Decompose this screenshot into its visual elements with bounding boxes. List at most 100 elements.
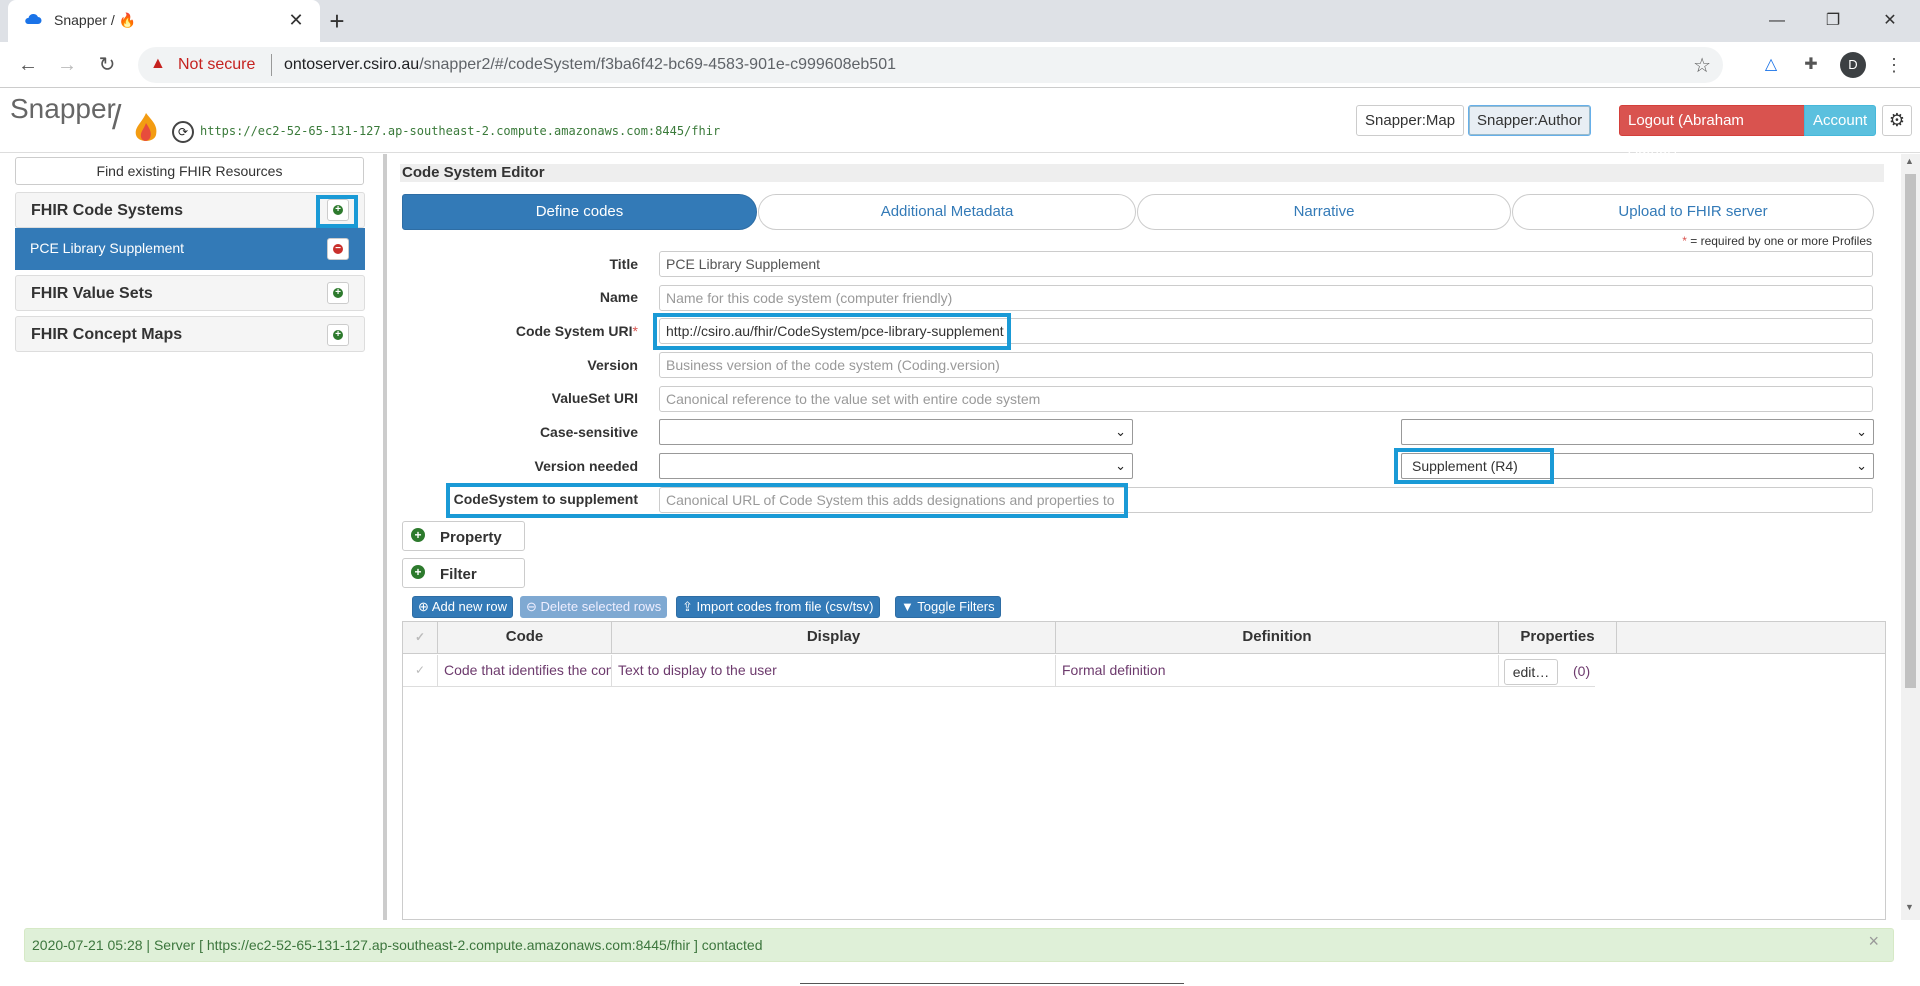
toggle-filters-button[interactable]: ▼ Toggle Filters [895,596,1001,618]
scroll-up-icon[interactable]: ▲ [1905,156,1914,166]
find-resources-button[interactable]: Find existing FHIR Resources [15,157,364,185]
highlight-box [1394,448,1554,484]
tab-upload-fhir-server[interactable]: Upload to FHIR server [1512,194,1874,230]
grid-header: ✓ Code Display Definition Properties [403,622,1885,654]
filter-section-button[interactable]: + Filter [402,558,525,588]
code-systems-panel[interactable]: FHIR Code Systems [15,192,365,228]
pane-splitter[interactable] [383,154,387,920]
plus-icon: + [333,288,343,298]
name-label: Name [599,289,638,305]
column-header-display[interactable]: Display [612,622,1056,654]
url-field[interactable]: ▲ Not secure ontoserver.csiro.au/snapper… [138,47,1723,83]
row-checkbox[interactable]: ✓ [403,655,438,687]
add-row-button[interactable]: ⊕ Add new row [412,596,513,618]
code-cell[interactable]: Code that identifies the conc… [438,655,612,687]
bookmark-star-icon[interactable]: ☆ [1693,53,1711,78]
tab-title: Snapper / 🔥 [54,12,137,28]
edit-properties-button[interactable]: edit… [1504,659,1558,685]
name-field[interactable]: Name for this code system (computer frie… [659,285,1873,311]
logout-button[interactable]: Logout (Abraham Author) [1619,105,1805,158]
chevron-down-icon: ⌄ [1115,458,1126,473]
app-logo: Snapper [10,93,116,124]
tab-additional-metadata[interactable]: Additional Metadata [758,194,1136,230]
properties-count: (0) [1573,663,1591,679]
tab-define-codes[interactable]: Define codes [402,194,757,230]
remove-code-system-button[interactable]: − [327,238,349,260]
valueset-uri-label: ValueSet URI [551,390,638,406]
browser-tab-strip: Snapper / 🔥 ✕ + — ❐ ✕ [0,0,1920,42]
tab-close-icon[interactable]: ✕ [284,8,308,32]
chevron-down-icon: ⌄ [1856,458,1867,473]
server-refresh-icon[interactable]: ⟳ [172,121,194,143]
column-header-properties[interactable]: Properties [1499,622,1617,654]
add-concept-map-button[interactable]: + [327,324,349,346]
profile-avatar[interactable]: D [1840,52,1866,78]
address-bar-row: ← → ↻ ▲ Not secure ontoserver.csiro.au/s… [0,42,1920,88]
restore-icon[interactable]: ❐ [1813,6,1853,36]
snapper-map-button[interactable]: Snapper:Map [1356,105,1465,136]
plus-icon: + [411,565,425,579]
chevron-down-icon: ⌄ [1856,424,1867,439]
add-value-set-button[interactable]: + [327,282,349,304]
page-scrollbar[interactable]: ▲ ▼ [1901,154,1920,920]
filter-icon: ▼ [901,599,914,614]
settings-gear-icon[interactable]: ⚙ [1882,105,1912,136]
browser-tab[interactable]: Snapper / 🔥 ✕ [8,0,320,42]
version-field[interactable]: Business version of the code system (Cod… [659,352,1873,378]
snapper-author-button[interactable]: Snapper:Author [1468,105,1592,136]
case-sensitive-select[interactable]: ⌄ [659,419,1133,445]
definition-cell[interactable]: Formal definition [1056,655,1499,687]
editor-title: Code System Editor [400,164,1884,182]
cloud-icon [25,13,42,24]
scrollbar-thumb[interactable] [1905,174,1916,688]
import-codes-button[interactable]: ⇪ Import codes from file (csv/tsv) [676,596,880,618]
concept-maps-panel[interactable]: FHIR Concept Maps [15,316,365,352]
logo-slash: / [112,99,122,137]
codes-grid: ✓ Code Display Definition Properties ✓ C… [402,621,1886,920]
extensions-puzzle-icon[interactable]: ✚ [1800,54,1822,76]
alert-close-icon[interactable]: × [1868,931,1879,952]
version-needed-select[interactable]: ⌄ [659,453,1133,479]
forward-icon[interactable]: → [51,49,83,81]
window-close-icon[interactable]: ✕ [1870,6,1910,36]
highlight-box [316,195,358,228]
value-sets-panel[interactable]: FHIR Value Sets [15,275,365,311]
chevron-down-icon: ⌄ [1115,424,1126,439]
property-section-button[interactable]: + Property [402,521,525,551]
warning-icon: ▲ [150,55,166,72]
minus-icon: − [333,244,343,254]
server-url: https://ec2-52-65-131-127.ap-southeast-2… [200,124,721,138]
sidebar-item-pce-library-supplement[interactable]: PCE Library Supplement [15,228,365,270]
back-icon[interactable]: ← [12,49,44,81]
column-header-definition[interactable]: Definition [1056,622,1499,654]
minus-circle-icon: ⊖ [526,599,537,614]
scroll-down-icon[interactable]: ▼ [1905,902,1914,912]
new-tab-button[interactable]: + [322,8,352,36]
account-button[interactable]: Account [1804,105,1876,136]
drive-extension-icon[interactable]: △ [1760,54,1782,76]
code-systems-heading: FHIR Code Systems [31,202,184,219]
title-field[interactable]: PCE Library Supplement [659,251,1873,277]
version-needed-label: Version needed [534,458,638,474]
browser-menu-icon[interactable]: ⋮ [1883,54,1905,76]
app-header: Snapper / ⟳ https://ec2-52-65-131-127.ap… [0,89,1920,158]
flame-icon [135,113,157,141]
uri-label: Code System URI* [515,323,638,339]
upload-icon: ⇪ [682,599,693,614]
valueset-uri-field[interactable]: Canonical reference to the value set wit… [659,386,1873,412]
display-cell[interactable]: Text to display to the user [612,655,1056,687]
not-secure-label[interactable]: Not secure [178,56,255,74]
hierarchy-meaning-select[interactable]: ⌄ [1401,419,1874,445]
minimize-icon[interactable]: — [1757,6,1797,36]
concept-maps-heading: FHIR Concept Maps [31,326,183,343]
url-separator [271,54,272,76]
sidebar-item-label: PCE Library Supplement [30,240,185,256]
reload-icon[interactable]: ↻ [91,49,123,81]
column-header-code[interactable]: Code [438,622,612,654]
tab-narrative[interactable]: Narrative [1137,194,1511,230]
required-note: * = required by one or more Profiles [1682,234,1872,248]
title-label: Title [609,256,638,272]
select-all-checkbox[interactable]: ✓ [403,622,438,654]
status-message: 2020-07-21 05:28 | Server [ https://ec2-… [32,937,763,953]
delete-rows-button[interactable]: ⊖ Delete selected rows [520,596,668,618]
